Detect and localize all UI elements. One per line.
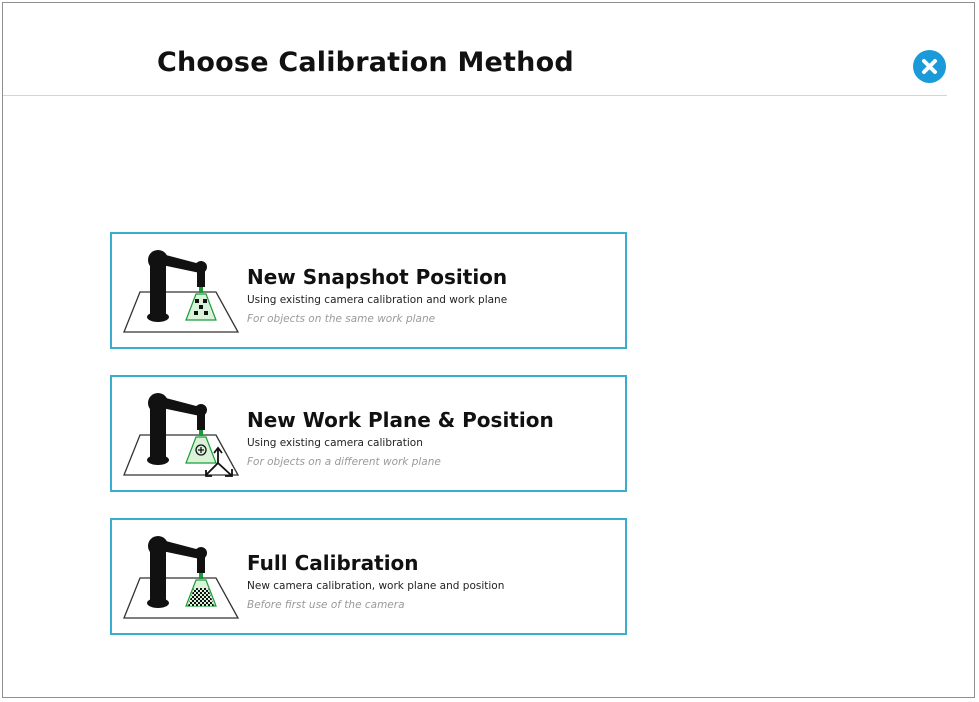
- close-icon: [922, 59, 937, 74]
- option-note: Before first use of the camera: [247, 599, 405, 611]
- option-note: For objects on a different work plane: [247, 456, 441, 468]
- robot-snapshot-icon: [123, 250, 240, 333]
- calibration-dialog: Choose Calibration Method New Snapshot P…: [2, 2, 975, 698]
- option-full-calibration[interactable]: Full Calibration New camera calibration,…: [110, 518, 627, 635]
- close-button[interactable]: [913, 50, 946, 83]
- option-description: Using existing camera calibration and wo…: [247, 294, 508, 306]
- option-new-snapshot-position[interactable]: New Snapshot Position Using existing cam…: [110, 232, 627, 349]
- dialog-title: Choose Calibration Method: [157, 47, 574, 78]
- option-note: For objects on the same work plane: [247, 313, 436, 325]
- option-title: New Work Plane & Position: [247, 408, 554, 432]
- option-title: New Snapshot Position: [247, 265, 508, 289]
- dialog-header: Choose Calibration Method: [3, 3, 947, 96]
- robot-work-plane-icon: [123, 393, 240, 477]
- robot-full-calibration-icon: [123, 536, 240, 619]
- option-description: New camera calibration, work plane and p…: [247, 580, 505, 592]
- option-new-work-plane-position[interactable]: New Work Plane & Position Using existing…: [110, 375, 627, 492]
- option-title: Full Calibration: [247, 551, 419, 575]
- option-description: Using existing camera calibration: [247, 437, 423, 449]
